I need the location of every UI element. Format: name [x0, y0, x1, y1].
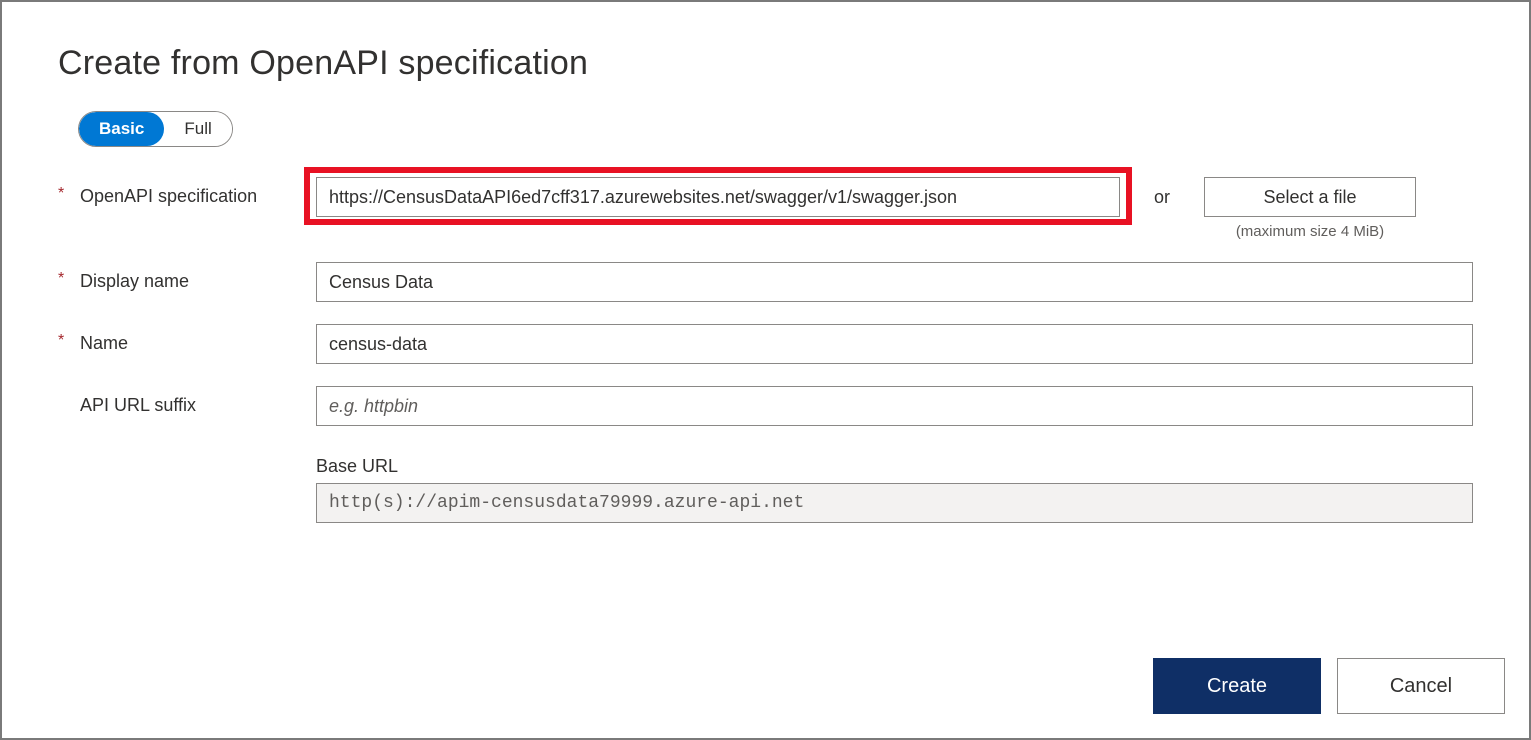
select-file-button[interactable]: Select a file [1204, 177, 1416, 217]
or-separator: or [1120, 177, 1204, 217]
label-api-url-suffix: API URL suffix [80, 386, 316, 418]
toggle-full[interactable]: Full [164, 112, 231, 146]
label-display-name: Display name [80, 262, 316, 294]
required-marker: * [58, 262, 80, 296]
dialog-create-openapi: Create from OpenAPI specification Basic … [0, 0, 1531, 740]
required-marker: * [58, 177, 80, 211]
api-url-suffix-input[interactable] [316, 386, 1473, 426]
dialog-title: Create from OpenAPI specification [58, 44, 1473, 83]
base-url-readonly: http(s)://apim-censusdata79999.azure-api… [316, 483, 1473, 523]
required-marker: * [58, 324, 80, 358]
cancel-button[interactable]: Cancel [1337, 658, 1505, 714]
max-size-hint: (maximum size 4 MiB) [1236, 223, 1384, 240]
openapi-spec-url-input[interactable] [316, 177, 1120, 217]
create-button[interactable]: Create [1153, 658, 1321, 714]
mode-toggle: Basic Full [78, 111, 233, 147]
label-openapi-spec: OpenAPI specification [80, 177, 316, 209]
name-input[interactable] [316, 324, 1473, 364]
label-name: Name [80, 324, 316, 356]
label-base-url: Base URL [316, 456, 1473, 477]
display-name-input[interactable] [316, 262, 1473, 302]
toggle-basic[interactable]: Basic [79, 112, 164, 146]
